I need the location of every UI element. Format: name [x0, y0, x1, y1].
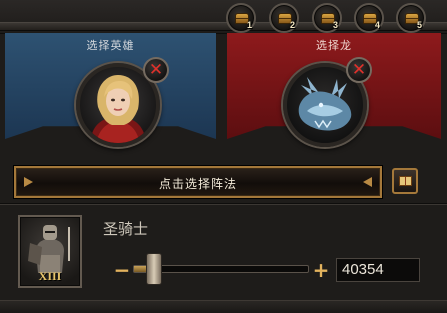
slot-number: 3	[332, 20, 338, 30]
decrease-button[interactable]: −	[113, 258, 131, 282]
section-divider	[0, 203, 447, 205]
formation-slot-5[interactable]: 5	[396, 3, 426, 33]
remove-dragon-button[interactable]: ✕	[346, 57, 372, 83]
troop-count-input[interactable]: 40354	[336, 258, 420, 282]
formation-slot-4[interactable]: 4	[354, 3, 384, 33]
book-icon	[399, 176, 412, 186]
remove-hero-button[interactable]: ✕	[143, 57, 169, 83]
formation-book-button[interactable]	[392, 168, 418, 194]
plus-icon: +	[312, 258, 330, 282]
slot-number: 2	[289, 20, 295, 30]
formation-label: 点击选择阵法	[158, 177, 237, 191]
dragon-panel[interactable]: 选择龙 ✕	[227, 33, 441, 147]
troop-card[interactable]: XIII	[18, 215, 82, 288]
bottom-rail	[0, 300, 447, 313]
slot-number: 4	[374, 20, 380, 30]
hero-panel-title: 选择英雄	[86, 39, 135, 52]
troop-tier: XIII	[38, 269, 62, 283]
arrow-right-icon	[363, 177, 372, 187]
formation-slot-3[interactable]: 3	[312, 3, 342, 33]
paladin-icon	[28, 225, 70, 273]
top-bar: 1 2 3 4 5	[0, 0, 447, 34]
minus-icon: −	[113, 258, 131, 282]
increase-button[interactable]: +	[312, 258, 330, 282]
close-icon: ✕	[351, 59, 367, 80]
close-icon: ✕	[148, 59, 164, 80]
slot-number: 5	[416, 20, 422, 30]
formation-slot-1[interactable]: 1	[226, 3, 256, 33]
formation-slot-2[interactable]: 2	[269, 3, 299, 33]
dragon-panel-title: 选择龙	[316, 39, 352, 52]
slider-handle[interactable]	[146, 253, 163, 285]
hero-panel[interactable]: 选择英雄 ✕	[5, 33, 216, 147]
formation-select-button[interactable]: 点击选择阵法	[14, 166, 382, 198]
slot-number: 1	[246, 20, 252, 30]
hero-portrait-image	[90, 75, 146, 143]
troop-name: 圣骑士	[103, 220, 149, 238]
